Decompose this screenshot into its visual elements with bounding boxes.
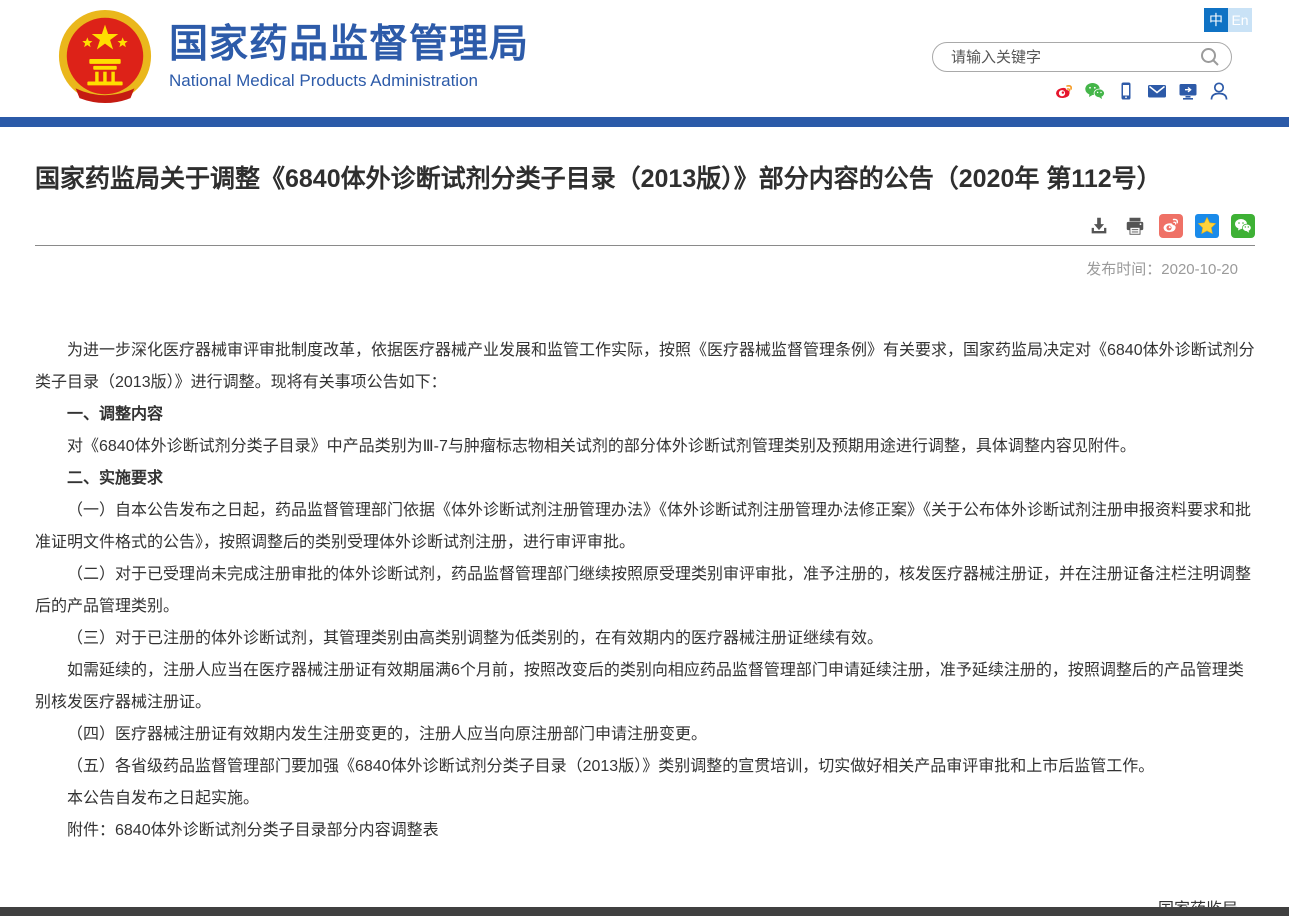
download-icon[interactable] bbox=[1087, 214, 1111, 238]
lang-en-button[interactable]: En bbox=[1228, 8, 1252, 32]
paragraph: （四）医疗器械注册证有效期内发生注册变更的，注册人应当向原注册部门申请注册变更。 bbox=[35, 719, 1255, 751]
search-box bbox=[932, 42, 1232, 72]
mobile-icon[interactable] bbox=[1115, 80, 1137, 102]
site-header: 国家药品监督管理局 National Medical Products Admi… bbox=[0, 0, 1289, 117]
attachment-line: 附件：6840体外诊断试剂分类子目录部分内容调整表 bbox=[35, 815, 1255, 847]
lang-zh-button[interactable]: 中 bbox=[1204, 8, 1228, 32]
social-row bbox=[1053, 80, 1230, 102]
article-body: 为进一步深化医疗器械审评审批制度改革，依据医疗器械产业发展和监管工作实际，按照《… bbox=[35, 335, 1255, 847]
publish-date: 发布时间：2020-10-20 bbox=[35, 258, 1255, 279]
screen-share-icon[interactable] bbox=[1177, 80, 1199, 102]
page: 国家药品监督管理局 National Medical Products Admi… bbox=[0, 0, 1289, 916]
section-heading: 一、调整内容 bbox=[35, 399, 1255, 431]
weibo-share-icon[interactable] bbox=[1159, 214, 1183, 238]
article-tools bbox=[35, 214, 1255, 238]
national-emblem-icon bbox=[55, 8, 155, 106]
user-icon[interactable] bbox=[1208, 80, 1230, 102]
article-head: 国家药监局关于调整《6840体外诊断试剂分类子目录（2013版）》部分内容的公告… bbox=[35, 163, 1255, 246]
paragraph: 为进一步深化医疗器械审评审批制度改革，依据医疗器械产业发展和监管工作实际，按照《… bbox=[35, 335, 1255, 399]
brand-text: 国家药品监督管理局 National Medical Products Admi… bbox=[169, 23, 529, 92]
site-title-en: National Medical Products Administration bbox=[169, 71, 529, 91]
paragraph: 如需延续的，注册人应当在医疗器械注册证有效期届满6个月前，按照改变后的类别向相应… bbox=[35, 655, 1255, 719]
page-title: 国家药监局关于调整《6840体外诊断试剂分类子目录（2013版）》部分内容的公告… bbox=[35, 163, 1255, 196]
section-heading: 二、实施要求 bbox=[35, 463, 1255, 495]
paragraph: 对《6840体外诊断试剂分类子目录》中产品类别为Ⅲ-7与肿瘤标志物相关试剂的部分… bbox=[35, 431, 1255, 463]
bottom-bar bbox=[0, 907, 1289, 916]
wechat-icon[interactable] bbox=[1084, 80, 1106, 102]
wechat-share-icon[interactable] bbox=[1231, 214, 1255, 238]
search-input[interactable] bbox=[951, 49, 1199, 66]
paragraph: （二）对于已受理尚未完成注册审批的体外诊断试剂，药品监督管理部门继续按照原受理类… bbox=[35, 559, 1255, 623]
weibo-icon[interactable] bbox=[1053, 80, 1075, 102]
search-icon[interactable] bbox=[1199, 46, 1221, 68]
article: 国家药监局关于调整《6840体外诊断试剂分类子目录（2013版）》部分内容的公告… bbox=[0, 163, 1289, 916]
paragraph: 本公告自发布之日起实施。 bbox=[35, 783, 1255, 815]
qzone-share-icon[interactable] bbox=[1195, 214, 1219, 238]
site-logo[interactable]: 国家药品监督管理局 National Medical Products Admi… bbox=[55, 8, 529, 106]
print-icon[interactable] bbox=[1123, 214, 1147, 238]
mail-icon[interactable] bbox=[1146, 80, 1168, 102]
paragraph: （三）对于已注册的体外诊断试剂，其管理类别由高类别调整为低类别的，在有效期内的医… bbox=[35, 623, 1255, 655]
site-title-zh: 国家药品监督管理局 bbox=[169, 23, 529, 68]
paragraph: （一）自本公告发布之日起，药品监督管理部门依据《体外诊断试剂注册管理办法》《体外… bbox=[35, 495, 1255, 559]
paragraph: （五）各省级药品监督管理部门要加强《6840体外诊断试剂分类子目录（2013版）… bbox=[35, 751, 1255, 783]
header-divider-bar bbox=[0, 117, 1289, 127]
language-switch: 中 En bbox=[1204, 8, 1252, 32]
